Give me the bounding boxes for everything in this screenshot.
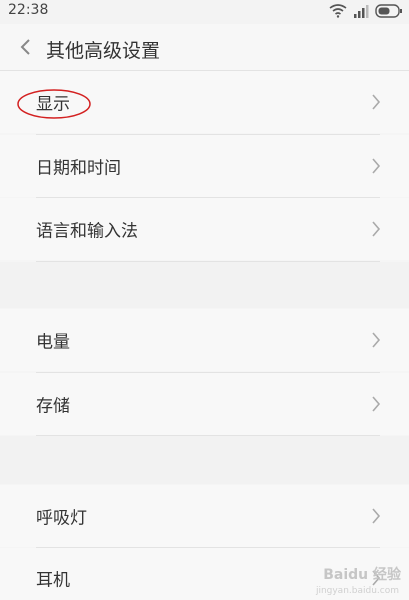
settings-item-notification-light[interactable]: 呼吸灯 (0, 485, 409, 547)
highlight-ellipse (17, 89, 91, 119)
item-label: 存储 (36, 396, 70, 417)
chevron-right-icon (372, 508, 381, 524)
status-time: 22:38 (8, 2, 49, 18)
item-label: 语言和输入法 (36, 221, 138, 242)
chevron-right-icon (372, 221, 381, 237)
chevron-right-icon (372, 332, 381, 348)
battery-icon (375, 3, 403, 22)
settings-item-storage[interactable]: 存储 (0, 373, 409, 435)
chevron-right-icon (372, 94, 381, 110)
status-bar: 22:38 (0, 0, 409, 24)
header: 其他高级设置 (0, 24, 409, 71)
item-label: 耳机 (36, 570, 70, 591)
settings-item-language-input[interactable]: 语言和输入法 (0, 198, 409, 260)
back-button[interactable] (14, 36, 36, 58)
item-label: 日期和时间 (36, 158, 121, 179)
section-gap (0, 262, 409, 308)
item-label: 电量 (36, 332, 70, 353)
signal-icon (353, 3, 369, 22)
settings-item-battery[interactable]: 电量 (0, 309, 409, 371)
chevron-right-icon (372, 158, 381, 174)
wifi-icon (329, 3, 347, 22)
page-title: 其他高级设置 (46, 40, 161, 62)
chevron-right-icon (372, 396, 381, 412)
watermark-text: Baidu 经验 (323, 567, 401, 583)
settings-item-date-time[interactable]: 日期和时间 (0, 135, 409, 197)
status-icons (329, 3, 403, 22)
item-label: 呼吸灯 (36, 508, 87, 529)
section-gap (0, 436, 409, 484)
chevron-left-icon (20, 39, 30, 55)
watermark-url: jingyan.baidu.com (315, 586, 399, 596)
